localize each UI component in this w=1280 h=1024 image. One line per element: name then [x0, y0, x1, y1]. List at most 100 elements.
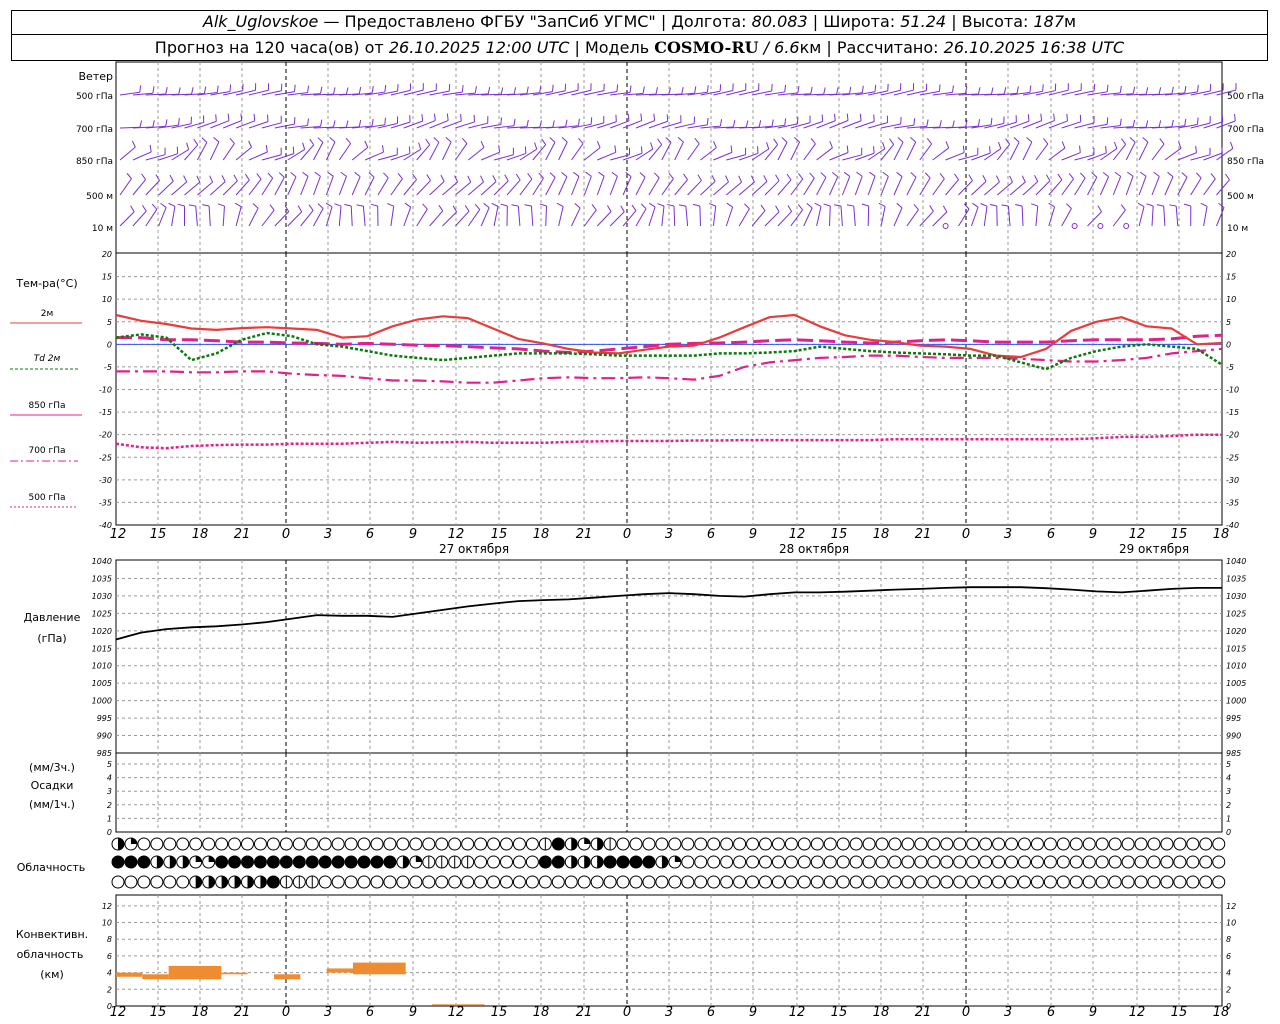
wind-barb-staff: [1151, 206, 1154, 227]
cloud-circle: [862, 875, 876, 889]
temp-ytick-right: 15: [1226, 273, 1236, 282]
wind-barb-staff: [622, 210, 637, 227]
temp-ytick-right: -35: [1226, 498, 1239, 507]
wind-barb-feather: [193, 138, 199, 146]
conv-unit: (км): [40, 968, 64, 981]
wind-barb-staff: [790, 178, 804, 196]
cloud-symbol: [487, 837, 501, 851]
wind-barb-staff: [132, 210, 147, 227]
wind-barb-staff: [119, 146, 136, 161]
wind-barb-feather: [1106, 84, 1109, 92]
wind-barb-feather: [678, 204, 686, 207]
wind-barb-feather: [1005, 138, 1011, 145]
x-tick-label: 12: [448, 527, 465, 542]
wind-barb-feather: [625, 171, 632, 178]
cloud-symbol: [746, 875, 760, 889]
wind-barb-staff: [171, 206, 176, 227]
cloud-symbol: [357, 875, 371, 889]
wind-barb-feather: [655, 87, 658, 95]
wind-barb-feather: [1034, 175, 1039, 182]
wind-barb-staff: [467, 181, 484, 196]
wind-barb-feather: [381, 145, 384, 153]
cloud-symbol: [1030, 855, 1044, 869]
wind-barb-feather: [384, 117, 386, 125]
precip-ytick-right: 5: [1226, 760, 1231, 769]
wind-barb-feather: [460, 114, 462, 122]
cloud-circle: [422, 875, 436, 889]
wind-barb-staff: [274, 177, 285, 196]
wind-barb-feather: [345, 87, 349, 95]
wind-barb-staff: [880, 206, 886, 227]
cloud-circle: [344, 875, 358, 889]
wind-barb-feather: [797, 204, 803, 211]
cloud-circle: [655, 837, 669, 851]
wind-barb-staff: [816, 206, 822, 227]
cloud-symbol: [253, 837, 267, 851]
wind-barb-staff: [313, 142, 324, 161]
cloud-symbol: [1160, 837, 1174, 851]
cloud-symbol: [1134, 855, 1148, 869]
cloud-symbol: [228, 875, 242, 889]
cloud-symbol: [1160, 855, 1174, 869]
cloud-circle: [888, 837, 902, 851]
wind-barb-feather: [252, 203, 259, 209]
wind-barb-staff: [893, 141, 904, 161]
wind-barb-staff: [919, 177, 931, 196]
cloud-circle: [1018, 837, 1031, 851]
cloud-circle: [202, 837, 216, 851]
cloud-symbol: [1186, 837, 1200, 851]
wind-barb-feather: [648, 202, 656, 208]
cloud-symbol: [448, 855, 462, 869]
cloud-full: [215, 855, 229, 869]
wind-barb-staff: [300, 210, 314, 227]
cloud-circle: [1173, 875, 1187, 889]
cloud-symbol: [137, 855, 151, 869]
wind-barb-staff: [725, 206, 734, 227]
cloud-half: [247, 876, 254, 888]
cloud-symbol: [1199, 837, 1213, 851]
wind-barb-staff: [996, 181, 1013, 196]
cloud-circle: [681, 855, 695, 869]
wind-barb-staff: [661, 178, 674, 196]
wind-barb-staff: [145, 180, 160, 196]
wind-barb-feather: [760, 204, 766, 212]
wind-barb-feather: [526, 86, 529, 94]
wind-barb-feather: [549, 137, 556, 143]
wind-barb-feather: [814, 202, 822, 207]
wind-barb-staff: [506, 152, 527, 161]
cloud-symbol: [1069, 837, 1083, 851]
temp-ytick-right: -30: [1226, 476, 1239, 485]
cloud-title: Облачность: [17, 861, 86, 874]
wind-barb-staff: [700, 181, 716, 196]
cloud-symbol: [512, 837, 526, 851]
cloud-symbol: [1082, 875, 1096, 889]
cloud-symbol: [500, 855, 513, 869]
cloud-symbol: [551, 875, 565, 889]
wind-barb-feather: [977, 87, 981, 95]
cloud-circle: [487, 837, 501, 851]
pres-ytick-right: 985: [1226, 749, 1241, 758]
cloud-symbol: [1147, 875, 1161, 889]
cloud-symbol: [150, 837, 164, 851]
wind-barb-staff: [596, 211, 612, 227]
cloud-symbol: [979, 837, 993, 851]
x-tick-label: 6: [707, 1005, 715, 1020]
pressure-title: Давление: [24, 611, 81, 624]
wind-barb-staff: [261, 209, 275, 227]
wind-barb-feather: [989, 146, 991, 154]
cloud-circle: [1173, 855, 1187, 869]
cloud-symbol: [331, 855, 345, 869]
wind-barb-staff: [196, 142, 208, 161]
cloud-circle: [1186, 837, 1200, 851]
cloud-circle: [331, 837, 345, 851]
cloud-symbol: [771, 855, 785, 869]
cloud-circle: [888, 875, 902, 889]
x-tick-label: 15: [491, 1005, 508, 1020]
wind-barb-staff: [558, 176, 568, 196]
wind-barb-feather: [1029, 85, 1032, 93]
wind-barb-staff: [390, 153, 410, 161]
cloud-full: [279, 855, 293, 869]
wind-barb-feather: [846, 113, 849, 121]
wind-barb-feather: [149, 144, 152, 152]
wind-barb-feather: [1102, 171, 1109, 178]
